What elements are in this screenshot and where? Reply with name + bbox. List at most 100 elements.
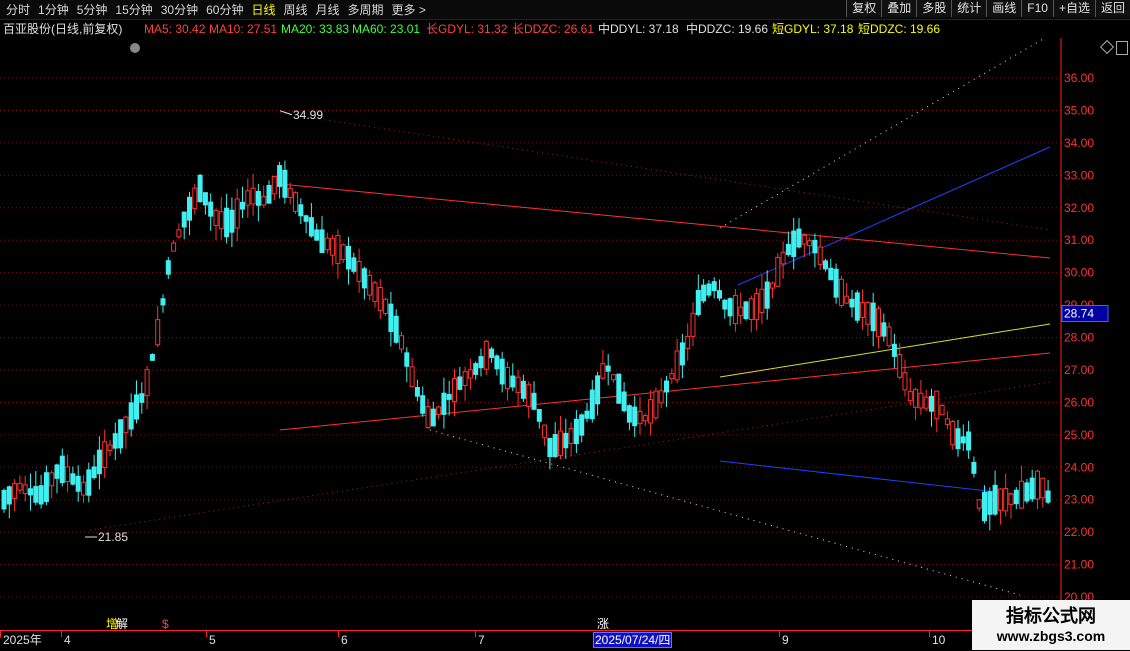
candle-body	[976, 499, 982, 509]
candle-body	[865, 302, 871, 325]
candle-body	[1008, 493, 1014, 505]
candle-body	[171, 242, 177, 252]
candle-body	[266, 184, 272, 204]
candle-body	[807, 240, 813, 247]
tab-period-6[interactable]: 日线	[247, 1, 279, 19]
tab-period-9[interactable]: 多周期	[344, 1, 388, 19]
period-tabs: 分时 1分钟 5分钟 15分钟 30分钟 60分钟 日线 周线 月线 多周期 更多 >	[2, 1, 430, 19]
candle-body	[425, 406, 431, 429]
y-tick-label: 23.00	[1064, 493, 1094, 507]
month-tick	[475, 631, 476, 637]
candle-body	[467, 369, 473, 379]
candle-body	[854, 292, 860, 321]
toolbar-button-3[interactable]: 统计	[951, 0, 987, 17]
candle-body	[833, 268, 839, 298]
candle-body	[1024, 482, 1030, 502]
candle-body	[743, 301, 749, 320]
candle-body	[960, 436, 966, 444]
indicator-value-3: MA60: 23.01	[352, 22, 421, 36]
candle-body	[738, 306, 744, 317]
candle-body	[462, 371, 468, 386]
candle-body	[298, 204, 304, 217]
y-tick-label: 22.00	[1064, 525, 1094, 539]
toolbar-button-1[interactable]: 叠加	[881, 0, 917, 17]
candle-body	[414, 387, 420, 397]
candle-body	[717, 290, 722, 299]
candle-body	[261, 195, 267, 206]
toolbar-button-5[interactable]: F10	[1021, 0, 1053, 17]
candle-body	[849, 298, 855, 308]
y-tick-label: 24.00	[1064, 460, 1094, 474]
candle-body	[112, 433, 118, 449]
low-label: 21.85	[98, 530, 128, 544]
toolbar-button-4[interactable]: 画线	[986, 0, 1022, 17]
candle-body	[584, 410, 590, 419]
candle-body	[49, 472, 55, 487]
candle-body	[536, 409, 542, 422]
candle-body	[277, 165, 283, 187]
tab-period-2[interactable]: 5分钟	[73, 1, 112, 19]
candle-body	[838, 278, 844, 306]
tab-period-1[interactable]: 1分钟	[34, 1, 73, 19]
candle-body	[621, 391, 627, 412]
month-tick	[929, 631, 930, 637]
tab-period-8[interactable]: 月线	[312, 1, 344, 19]
candlestick-chart[interactable]: 20.00 21.00 22.00 23.00 24.00 25.00 26.00 27.00…	[0, 34, 1130, 631]
tab-period-4[interactable]: 30分钟	[157, 1, 202, 19]
candle-body	[600, 363, 606, 379]
candle-body	[637, 410, 643, 425]
tab-period-5[interactable]: 60分钟	[202, 1, 247, 19]
candle-body	[605, 365, 611, 372]
candle-body	[123, 416, 129, 434]
candle-body	[197, 174, 203, 203]
tab-period-7[interactable]: 周线	[279, 1, 311, 19]
watermark-url: www.zbgs3.com	[996, 628, 1106, 644]
toolbar-button-0[interactable]: 复权	[846, 0, 882, 17]
event-marker-1: 解	[116, 617, 128, 630]
candle-body	[770, 282, 775, 289]
candle-body	[377, 286, 383, 311]
candle-body	[780, 251, 786, 265]
y-tick-label: 31.00	[1064, 233, 1094, 247]
y-tick-label: 33.00	[1064, 168, 1094, 182]
tab-period-0[interactable]: 分时	[2, 1, 34, 19]
candle-body	[685, 335, 691, 349]
candle-body	[22, 484, 28, 495]
candle-body	[520, 380, 526, 399]
candle-body	[346, 245, 351, 270]
candle-body	[240, 201, 245, 210]
high-pointer	[279, 110, 293, 116]
candle-body	[881, 322, 887, 337]
candle-body	[987, 491, 993, 515]
toolbar-button-7[interactable]: 返回	[1094, 0, 1130, 17]
candle-body	[351, 257, 357, 272]
candle-body	[923, 396, 929, 409]
candle-body	[828, 267, 834, 281]
candle-body	[642, 415, 648, 422]
candle-body	[139, 393, 145, 403]
toolbar-button-2[interactable]: 多股	[916, 0, 952, 17]
candle-body	[6, 486, 12, 505]
candle-body	[441, 392, 447, 415]
candle-body	[372, 282, 378, 302]
candle-body	[870, 302, 876, 332]
candle-body	[701, 284, 707, 302]
candle-body	[573, 418, 579, 445]
indicator-bar: 百亚股份(日线,前复权) MA5: 30.42 MA10: 27.51 MA20: …	[0, 20, 1130, 55]
toolbar-button-6[interactable]: +自选	[1052, 0, 1095, 17]
candle-body	[282, 169, 288, 198]
y-tick-label: 26.00	[1064, 395, 1094, 409]
indicator-value-6: 中DDYL: 37.18	[598, 22, 679, 36]
tab-period-3[interactable]: 15分钟	[111, 1, 156, 19]
candle-body	[1003, 487, 1009, 512]
candle-body	[589, 389, 595, 420]
candle-body	[399, 335, 404, 350]
y-tick-label: 21.00	[1064, 558, 1094, 572]
candle-body	[102, 441, 108, 469]
y-tick-label: 35.00	[1064, 103, 1094, 117]
candle-body	[59, 455, 65, 484]
tab-period-10[interactable]: 更多 >	[388, 1, 430, 19]
candle-body	[944, 418, 950, 425]
candle-body	[817, 246, 823, 265]
candle-body	[319, 229, 325, 254]
